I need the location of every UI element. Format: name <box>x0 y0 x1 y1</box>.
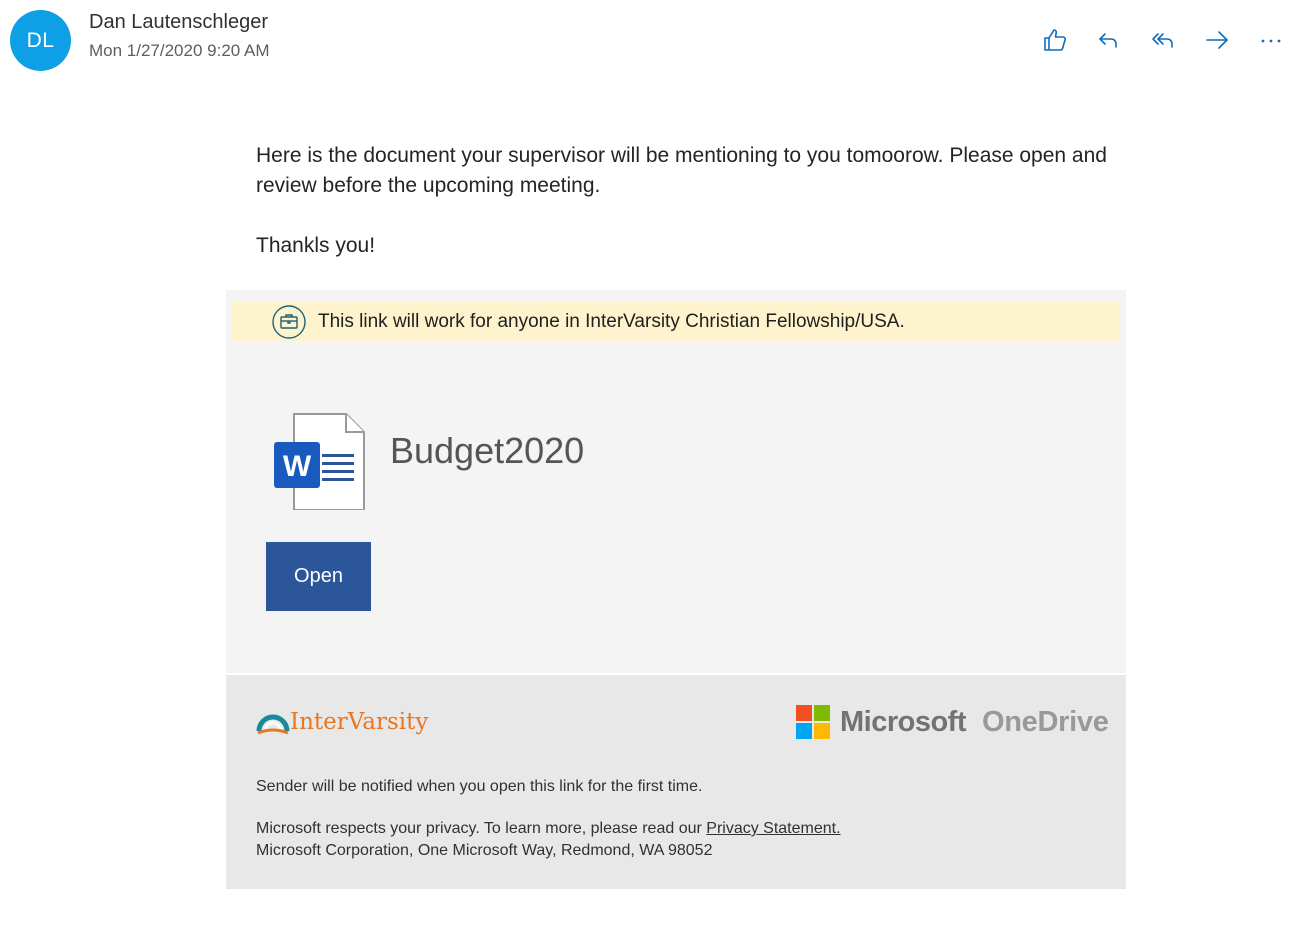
sender-avatar[interactable]: DL <box>10 10 71 71</box>
reply-icon <box>1099 33 1117 48</box>
microsoft-logo-icon <box>796 705 830 739</box>
privacy-notice: Microsoft respects your privacy. To lear… <box>256 818 841 862</box>
word-document-icon[interactable]: W <box>272 410 368 510</box>
forward-icon <box>1206 31 1228 49</box>
sender-name[interactable]: Dan Lautenschleger <box>89 11 268 34</box>
message-actions <box>1028 24 1298 56</box>
link-scope-text: This link will work for anyone in InterV… <box>318 310 905 332</box>
company-address: Microsoft Corporation, One Microsoft Way… <box>256 842 713 859</box>
open-button[interactable]: Open <box>266 542 371 611</box>
svg-text:W: W <box>283 450 312 483</box>
sent-date: Mon 1/27/2020 9:20 AM <box>89 41 270 60</box>
notification-notice: Sender will be notified when you open th… <box>256 778 703 795</box>
message-signoff: Thankls you! <box>256 234 376 257</box>
reply-all-icon <box>1152 33 1173 48</box>
link-scope-notice: This link will work for anyone in InterV… <box>232 302 1120 341</box>
share-card: This link will work for anyone in InterV… <box>226 290 1126 673</box>
thumbs-up-icon <box>1044 29 1066 51</box>
microsoft-onedrive-logo: Microsoft OneDrive <box>796 705 1109 739</box>
like-button[interactable] <box>1028 24 1082 56</box>
more-icon <box>1261 39 1281 43</box>
briefcase-icon <box>272 304 306 339</box>
share-footer: InterVarsity Microsoft OneDrive Sender w… <box>226 675 1126 889</box>
email-reading-pane: DL Dan Lautenschleger Mon 1/27/2020 9:20… <box>0 0 1307 952</box>
intervarsity-logo-text: InterVarsity <box>290 709 429 735</box>
intervarsity-arch-icon <box>256 714 290 735</box>
forward-button[interactable] <box>1190 24 1244 56</box>
onedrive-wordmark: OneDrive <box>982 705 1109 738</box>
more-actions-button[interactable] <box>1244 24 1298 56</box>
intervarsity-logo: InterVarsity <box>256 707 428 737</box>
message-body: Here is the document your supervisor wil… <box>256 141 1116 261</box>
message-paragraph: Here is the document your supervisor wil… <box>256 144 1107 197</box>
microsoft-wordmark: Microsoft <box>840 705 967 738</box>
reply-all-button[interactable] <box>1136 24 1190 56</box>
document-name[interactable]: Budget2020 <box>390 430 584 472</box>
privacy-text: Microsoft respects your privacy. To lear… <box>256 820 707 837</box>
privacy-statement-link[interactable]: Privacy Statement. <box>706 820 840 837</box>
reply-button[interactable] <box>1082 24 1136 56</box>
